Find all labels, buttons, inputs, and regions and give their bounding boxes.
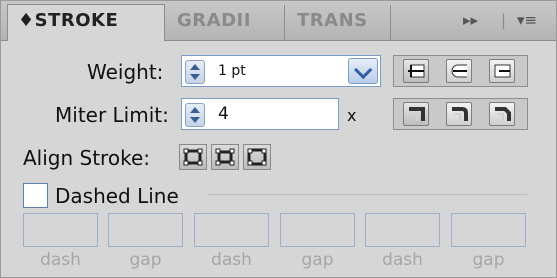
tab-stroke[interactable]: ♦STROKE	[7, 4, 165, 41]
tab-gradient-label: GRADII	[177, 10, 251, 31]
gap-field-1[interactable]	[108, 213, 183, 247]
weight-combo[interactable]: 1 pt	[181, 55, 381, 87]
gap-field-2[interactable]	[280, 213, 355, 247]
weight-stepper[interactable]	[185, 60, 205, 84]
panel-menu-icon[interactable]: ▾≡	[517, 9, 537, 31]
align-outside-icon[interactable]	[243, 144, 271, 170]
dash-field-1[interactable]	[23, 213, 98, 247]
tab-transparency[interactable]: TRANS	[287, 5, 391, 40]
dash-field-2[interactable]	[194, 213, 269, 247]
miter-limit-stepper[interactable]	[185, 103, 205, 127]
weight-value[interactable]: 1 pt	[218, 63, 246, 79]
miter-limit-value[interactable]: 4	[218, 104, 229, 124]
gap-label-2: gap	[301, 250, 334, 270]
dash-label-1: dash	[40, 250, 81, 270]
miter-limit-label: Miter Limit:	[55, 103, 169, 127]
expand-panels-icon[interactable]: ▸▸	[463, 9, 478, 31]
round-cap-icon[interactable]	[446, 59, 472, 83]
dash-label-2: dash	[211, 250, 252, 270]
dashed-line-label: Dashed Line	[55, 184, 179, 208]
gap-label-1: gap	[129, 250, 162, 270]
tab-collapse-icon: ♦	[18, 10, 35, 31]
gap-label-3: gap	[472, 250, 505, 270]
tab-stroke-label: STROKE	[34, 10, 119, 31]
butt-cap-icon[interactable]	[403, 59, 429, 83]
miter-limit-field[interactable]: 4	[181, 98, 339, 130]
cap-button-group	[393, 55, 528, 87]
miter-join-icon[interactable]	[403, 102, 429, 126]
weight-label: Weight:	[87, 60, 164, 84]
stroke-panel: ♦STROKE GRADII TRANS ▸▸ | ▾≡ Weight: 1 p…	[0, 0, 557, 278]
tab-transparency-label: TRANS	[297, 10, 368, 31]
dash-label-3: dash	[382, 250, 423, 270]
gap-field-3[interactable]	[451, 213, 526, 247]
panel-tab-bar: ♦STROKE GRADII TRANS ▸▸ | ▾≡	[1, 1, 556, 41]
round-join-icon[interactable]	[446, 102, 472, 126]
align-stroke-label: Align Stroke:	[23, 146, 150, 170]
bevel-join-icon[interactable]	[489, 102, 515, 126]
chevron-down-icon[interactable]	[348, 58, 378, 84]
dash-field-3[interactable]	[365, 213, 440, 247]
dashed-line-divider	[207, 194, 527, 195]
join-button-group	[393, 98, 528, 130]
align-inside-icon[interactable]	[211, 144, 239, 170]
projecting-cap-icon[interactable]	[489, 59, 515, 83]
tab-gradient[interactable]: GRADII	[167, 5, 285, 40]
miter-limit-unit: x	[347, 106, 357, 125]
tab-separator: |	[501, 11, 507, 29]
dashed-line-checkbox[interactable]	[23, 183, 48, 208]
align-center-icon[interactable]	[179, 144, 207, 170]
